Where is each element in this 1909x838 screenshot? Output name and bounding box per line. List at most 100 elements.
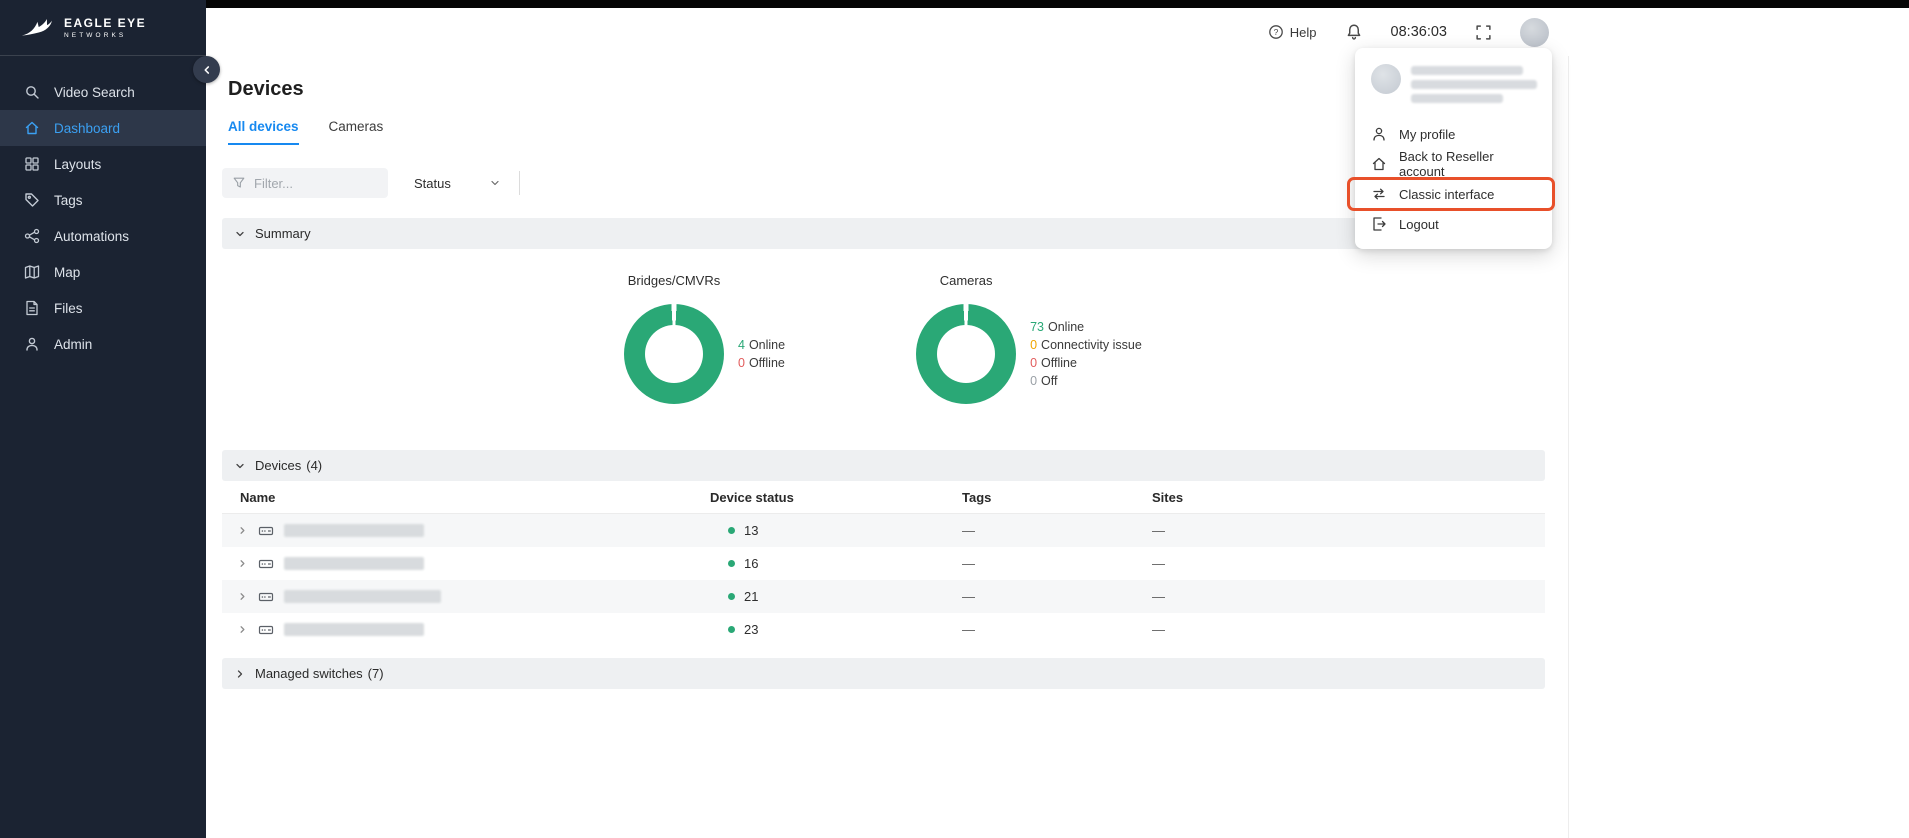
legend-label: Off	[1041, 374, 1057, 388]
sidebar-item-automations[interactable]: Automations	[0, 218, 206, 254]
chevron-down-icon	[234, 460, 246, 472]
bridge-device-icon	[258, 589, 274, 605]
device-name-cell	[222, 556, 710, 572]
sites-cell: —	[1152, 556, 1545, 571]
cameras-legend: 73 Online 0Connectivity issue 0 Offline 0O…	[1030, 304, 1142, 404]
status-count: 23	[744, 622, 758, 637]
device-status-cell: 23	[710, 622, 962, 637]
chevron-right-icon[interactable]	[237, 591, 248, 602]
fullscreen-icon[interactable]	[1475, 24, 1492, 41]
sidebar-item-label: Files	[54, 301, 83, 316]
legend-label: Offline	[1041, 356, 1077, 370]
tags-cell: —	[962, 589, 1152, 604]
chevron-right-icon[interactable]	[237, 525, 248, 536]
bridges-chart-title: Bridges/CMVRs	[624, 273, 724, 288]
grid-icon	[24, 156, 40, 172]
status-online-dot	[728, 626, 735, 633]
sidebar-item-layouts[interactable]: Layouts	[0, 146, 206, 182]
tab-cameras[interactable]: Cameras	[329, 119, 384, 145]
legend-value: 0	[1030, 356, 1037, 370]
device-name-redacted	[284, 623, 424, 636]
column-header-tags: Tags	[962, 490, 1152, 505]
sidebar-item-map[interactable]: Map	[0, 254, 206, 290]
tags-cell: —	[962, 622, 1152, 637]
bridge-device-icon	[258, 523, 274, 539]
menu-item-classic-interface[interactable]: Classic interface	[1355, 179, 1552, 209]
managed-switches-title: Managed switches	[255, 666, 363, 681]
menu-item-label: Logout	[1399, 217, 1439, 232]
bridges-donut-chart	[624, 304, 724, 404]
person-icon	[24, 336, 40, 352]
chevron-left-icon	[200, 63, 214, 77]
menu-item-back-to-reseller[interactable]: Back to Reseller account	[1355, 149, 1552, 179]
status-dropdown-label: Status	[414, 176, 451, 191]
chevron-right-icon[interactable]	[237, 624, 248, 635]
table-row[interactable]: 13 — —	[222, 514, 1545, 547]
filter-input[interactable]	[254, 176, 374, 191]
managed-switches-section-header[interactable]: Managed switches (7)	[222, 658, 1545, 689]
sidebar-item-dashboard[interactable]: Dashboard	[0, 110, 206, 146]
top-strip	[0, 0, 1909, 8]
status-online-dot	[728, 593, 735, 600]
sidebar-item-tags[interactable]: Tags	[0, 182, 206, 218]
page-title: Devices	[228, 78, 1545, 101]
tab-all-devices[interactable]: All devices	[228, 119, 299, 145]
bridges-legend: 4Online 0Offline	[738, 304, 785, 404]
sidebar-item-video-search[interactable]: Video Search	[0, 74, 206, 110]
home-icon	[1371, 156, 1387, 172]
swap-icon	[1371, 186, 1387, 202]
user-avatar-small	[1371, 64, 1401, 94]
help-label: Help	[1290, 25, 1317, 40]
legend-value: 0	[738, 356, 745, 370]
filter-toolbar: Status	[222, 168, 1545, 198]
devices-section-count: (4)	[306, 458, 322, 473]
cameras-donut-chart	[916, 304, 1016, 404]
chevron-right-icon[interactable]	[237, 558, 248, 569]
chevron-right-icon	[234, 668, 246, 680]
legend-label: Online	[1048, 320, 1084, 334]
user-avatar[interactable]	[1520, 18, 1549, 47]
sidebar-item-admin[interactable]: Admin	[0, 326, 206, 362]
devices-section-header[interactable]: Devices (4)	[222, 450, 1545, 481]
tab-bar: All devices Cameras	[228, 119, 1545, 145]
device-status-cell: 13	[710, 523, 962, 538]
devices-section-title: Devices	[255, 458, 301, 473]
device-name-redacted	[284, 557, 424, 570]
eagle-logo-icon	[20, 16, 54, 40]
status-online-dot	[728, 527, 735, 534]
filter-input-box[interactable]	[222, 168, 388, 198]
summary-section-header[interactable]: Summary	[222, 218, 1545, 249]
menu-item-logout[interactable]: Logout	[1355, 209, 1552, 239]
sidebar-nav: Video Search Dashboard Layouts Tags Auto…	[0, 74, 206, 362]
redacted-text-line	[1411, 66, 1523, 75]
table-row[interactable]: 21 — —	[222, 580, 1545, 613]
notifications-bell-icon[interactable]	[1345, 23, 1363, 41]
menu-item-label: Back to Reseller account	[1399, 149, 1536, 179]
funnel-icon	[232, 176, 246, 190]
chevron-down-icon	[489, 177, 501, 189]
legend-item-connectivity: 0Connectivity issue	[1030, 338, 1142, 352]
legend-value: 73	[1030, 320, 1044, 334]
sidebar-item-files[interactable]: Files	[0, 290, 206, 326]
menu-item-label: Classic interface	[1399, 187, 1494, 202]
status-count: 13	[744, 523, 758, 538]
device-name-redacted	[284, 524, 424, 537]
svg-text:?: ?	[1273, 27, 1278, 37]
status-dropdown[interactable]: Status	[406, 176, 501, 191]
sidebar-item-label: Map	[54, 265, 80, 280]
menu-item-my-profile[interactable]: My profile	[1355, 119, 1552, 149]
sidebar-item-label: Video Search	[54, 85, 135, 100]
home-icon	[24, 120, 40, 136]
table-row[interactable]: 23 — —	[222, 613, 1545, 646]
table-row[interactable]: 16 — —	[222, 547, 1545, 580]
column-header-sites: Sites	[1152, 490, 1545, 505]
legend-item-offline: 0 Offline	[1030, 356, 1142, 370]
brand-line2: NETWORKS	[64, 32, 146, 39]
help-button[interactable]: ? Help	[1268, 24, 1317, 40]
toolbar-divider	[519, 171, 520, 195]
sidebar: EAGLE EYE NETWORKS Video Search Dashboar…	[0, 0, 206, 838]
logout-icon	[1371, 216, 1387, 232]
legend-item-off: 0 Off	[1030, 374, 1142, 388]
legend-value: 0	[1030, 374, 1037, 388]
sidebar-collapse-button[interactable]	[193, 56, 220, 83]
